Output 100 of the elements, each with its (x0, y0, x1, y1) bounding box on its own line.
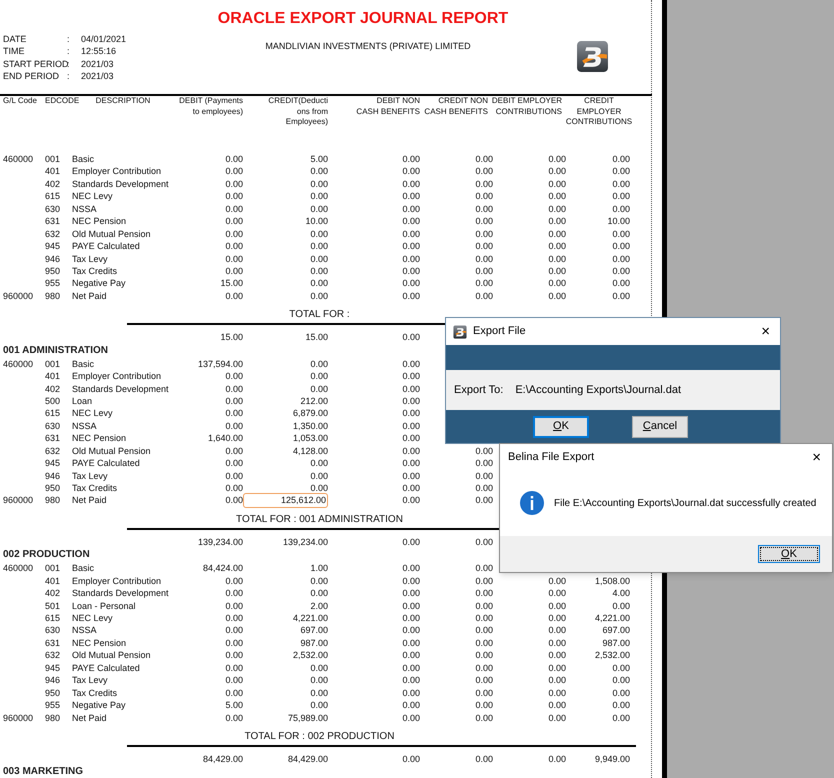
table-cell-text: 0.00 (224, 178, 243, 190)
table-cell-text: 1,640.00 (206, 432, 243, 445)
ed-code: 632 (45, 444, 62, 458)
table-cell-text: 0.00 (401, 482, 420, 494)
table-cell-text: 2.00 (309, 600, 328, 612)
ed-code: 001 (45, 562, 62, 575)
table-cell-text: 0.00 (611, 178, 630, 190)
table-cell-text: 0.00 (309, 482, 328, 494)
table-cell-text: 697.00 (601, 624, 630, 637)
table-cell-text: 0.00 (401, 674, 420, 687)
description: Standards Development (72, 382, 170, 395)
message-text: File E:\Accounting Exports\Journal.dat successfully created (554, 496, 816, 510)
table-cell-text: 139,234.00 (196, 536, 243, 548)
report-title: ORACLE EXPORT JOURNAL REPORT (216, 9, 510, 28)
table-cell-text: 0.00 (224, 252, 243, 265)
column-header: CREDIT NON CASH BENEFITS (423, 96, 488, 117)
ed-code: 945 (45, 240, 62, 253)
table-cell-text: 0.00 (547, 612, 566, 624)
table-cell-text: 0.00 (224, 470, 243, 482)
table-cell-text: 0.00 (474, 215, 493, 228)
table-cell-text: 0.00 (401, 686, 420, 700)
table-cell-text: 0.00 (474, 252, 493, 265)
description: Loan - Personal (72, 600, 137, 612)
table-cell-text: 5.00 (224, 699, 243, 712)
table-cell-text: 0.00 (611, 240, 630, 253)
table-cell-text: 0.00 (309, 574, 328, 588)
table-cell-text: 0.00 (309, 662, 328, 674)
colon: : (67, 45, 71, 58)
table-cell-text: 0.00 (309, 178, 328, 190)
table-cell-text: 5.00 (309, 153, 328, 166)
table-cell-text: 0.00 (309, 382, 328, 395)
total-label: TOTAL FOR : 002 PRODUCTION (244, 730, 394, 742)
table-cell-text: 0.00 (401, 444, 420, 458)
table-cell-text: 0.00 (401, 264, 420, 278)
colon: : (67, 58, 71, 70)
table-cell-text: 0.00 (224, 264, 243, 278)
table-cell-text: 0.00 (224, 420, 243, 432)
table-cell-text: 0.00 (224, 457, 243, 470)
table-cell-text: 0.00 (224, 636, 243, 650)
path-text: E:\Accounting Exports\Journal.dat (515, 382, 682, 398)
ed-code: 631 (45, 432, 62, 445)
ed-code: 401 (45, 370, 62, 383)
ed-code: 001 (45, 358, 62, 370)
table-cell-text: 0.00 (401, 240, 420, 253)
ed-code: 615 (45, 407, 62, 420)
table-cell-text: 0.00 (611, 153, 630, 166)
table-cell-text: 0.00 (309, 358, 328, 370)
table-cell-text: 0.00 (474, 649, 493, 662)
info-icon (520, 491, 544, 515)
table-cell-text: 0.00 (547, 649, 566, 662)
ed-code: 402 (45, 587, 62, 600)
table-cell-text: 0.00 (401, 178, 420, 190)
table-cell-text: 0.00 (224, 587, 243, 600)
table-cell-text: 0.00 (224, 482, 243, 494)
table-cell-text: 0.00 (224, 674, 243, 687)
table-cell-text: 0.00 (401, 153, 420, 166)
table-cell-text: 10.00 (304, 215, 328, 228)
ok-button[interactable]: OK (533, 416, 589, 438)
description: Old Mutual Pension (72, 228, 152, 240)
close-button[interactable]: × (809, 450, 824, 464)
ed-code: 945 (45, 457, 62, 470)
description: Basic (72, 358, 96, 370)
ok-button[interactable]: OK (758, 545, 820, 563)
table-cell-text: 0.00 (547, 190, 566, 203)
table-cell-text: 0.00 (309, 470, 328, 482)
table-cell-text: 0.00 (547, 165, 566, 178)
ed-code: 401 (45, 574, 62, 588)
table-cell-text: 1,053.00 (292, 432, 328, 445)
table-cell-text: 0.00 (224, 153, 243, 166)
section-title: 003 MARKETING (3, 765, 84, 778)
table-cell-text: 0.00 (474, 482, 493, 494)
close-button[interactable]: × (758, 324, 773, 339)
table-cell-text: 0.00 (401, 277, 420, 290)
total-label: TOTAL FOR : (289, 309, 350, 320)
table-cell-text: 0.00 (401, 407, 420, 420)
table-cell-text: 0.00 (309, 686, 328, 700)
table-cell-text: 0.00 (547, 215, 566, 228)
table-cell-text: 0.00 (547, 587, 566, 600)
ed-code: 631 (45, 636, 62, 650)
table-cell-text: 84,424.00 (202, 562, 243, 575)
column-header: DEBIT (Payments to employees) (178, 96, 243, 117)
cancel-button[interactable]: Cancel (632, 416, 688, 438)
table-cell-text: 0.00 (547, 264, 566, 278)
table-cell-text: 0.00 (474, 190, 493, 203)
ed-code: 946 (45, 674, 62, 687)
table-cell-text: 0.00 (547, 712, 566, 724)
colon: : (67, 70, 71, 83)
description: PAYE Calculated (72, 662, 141, 674)
description: Standards Development (72, 178, 170, 190)
description: Tax Levy (72, 470, 109, 482)
description: NSSA (72, 624, 98, 637)
description: NEC Levy (72, 190, 114, 203)
table-cell-text: 0.00 (309, 699, 328, 712)
table-cell-text: 0.00 (401, 752, 420, 766)
table-cell-text: 0.00 (401, 358, 420, 370)
table-cell-text: 1,508.00 (594, 574, 630, 588)
description: NSSA (72, 202, 98, 216)
table-cell-text: 0.00 (224, 444, 243, 458)
ed-code: 946 (45, 252, 62, 265)
table-cell-text: 0.00 (474, 752, 493, 766)
